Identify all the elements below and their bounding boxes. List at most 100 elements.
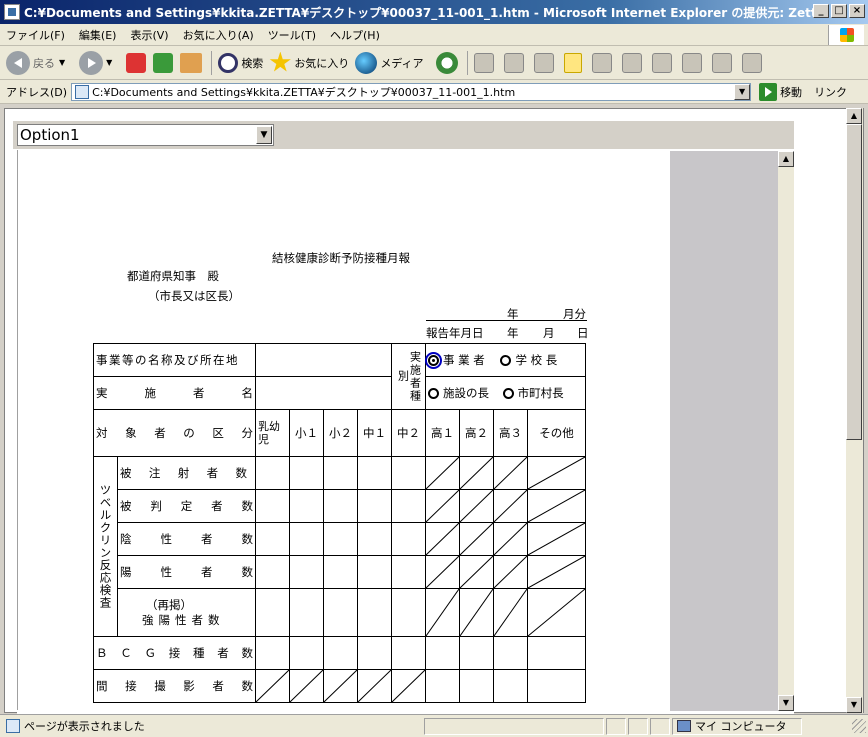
pen-icon[interactable] (741, 52, 762, 73)
cell[interactable] (323, 456, 358, 490)
research-icon[interactable] (621, 52, 642, 73)
cell[interactable] (425, 669, 460, 703)
cell[interactable] (289, 456, 324, 490)
cell[interactable] (493, 669, 528, 703)
stop-icon[interactable] (126, 52, 147, 73)
cell[interactable] (391, 636, 426, 670)
cell[interactable] (391, 456, 426, 490)
edit-icon[interactable] (533, 52, 554, 73)
cell[interactable] (323, 555, 358, 589)
mail-icon[interactable] (473, 52, 494, 73)
home-icon[interactable] (180, 52, 203, 73)
close-button[interactable]: × (849, 4, 865, 18)
maximize-button[interactable]: □ (831, 4, 847, 18)
radio-facility-head[interactable] (428, 388, 439, 399)
calculator-icon[interactable] (681, 52, 702, 73)
media-button[interactable]: メディア (355, 51, 424, 74)
menu-edit[interactable]: 編集(E) (79, 27, 117, 43)
messenger-icon[interactable] (591, 52, 612, 73)
back-dropdown-icon[interactable]: ▼ (59, 58, 65, 67)
radio-mayor[interactable] (502, 388, 514, 399)
cell[interactable] (289, 636, 324, 670)
forward-dropdown-icon[interactable]: ▼ (106, 58, 112, 67)
diagonal-line (426, 457, 459, 489)
links-button[interactable]: リンク (814, 84, 847, 100)
ie-icon (4, 4, 20, 20)
go-button[interactable]: 移動 (759, 82, 802, 101)
option-select[interactable]: Option1 ▼ (17, 124, 274, 146)
cell[interactable] (357, 522, 392, 556)
menu-view[interactable]: 表示(V) (130, 27, 168, 43)
menu-tools[interactable]: ツール(T) (268, 27, 316, 43)
radio-principal[interactable] (500, 355, 512, 366)
diagonal-line (392, 670, 425, 702)
forward-button[interactable]: ▼ (79, 50, 120, 75)
cell[interactable] (493, 636, 528, 670)
cell[interactable] (323, 522, 358, 556)
disabled-cell (425, 522, 460, 556)
select-dropdown-icon[interactable]: ▼ (256, 126, 272, 144)
cell[interactable] (391, 588, 426, 637)
cell[interactable] (323, 636, 358, 670)
refresh-icon[interactable] (153, 52, 174, 73)
resize-grip-icon[interactable] (852, 719, 866, 733)
print-icon[interactable] (503, 52, 524, 73)
cell[interactable] (391, 555, 426, 589)
diagonal-line (426, 556, 459, 588)
cell[interactable] (289, 588, 324, 637)
outer-scroll-down-icon[interactable]: ▼ (846, 697, 862, 713)
disabled-cell (527, 489, 586, 523)
favorites-button[interactable]: お気に入り (269, 51, 349, 74)
speaker-icon[interactable] (651, 52, 672, 73)
input-name-location[interactable] (255, 343, 392, 377)
outer-scroll-up-icon[interactable]: ▲ (846, 108, 862, 124)
menu-file[interactable]: ファイル(F) (6, 27, 65, 43)
radio-business-operator[interactable] (425, 352, 442, 369)
input-implementer[interactable] (255, 376, 392, 410)
cell[interactable] (255, 588, 290, 637)
cell[interactable] (255, 555, 290, 589)
cell[interactable] (357, 555, 392, 589)
menu-favorites[interactable]: お気に入り(A) (183, 27, 254, 43)
cell[interactable] (289, 555, 324, 589)
cell[interactable] (459, 636, 494, 670)
status-cell (628, 717, 648, 735)
cell[interactable] (425, 636, 460, 670)
cell[interactable] (357, 588, 392, 637)
outer-scroll-thumb[interactable] (846, 124, 862, 440)
tools-icon[interactable] (711, 52, 732, 73)
address-input[interactable]: C:¥Documents and Settings¥kkita.ZETTA¥デス… (71, 82, 752, 101)
search-label: 検索 (241, 56, 264, 70)
inner-scroll-down-icon[interactable]: ▼ (778, 695, 794, 711)
cell[interactable] (255, 522, 290, 556)
back-button[interactable]: 戻る ▼ (6, 50, 73, 75)
menu-help[interactable]: ヘルプ(H) (330, 27, 380, 43)
cell[interactable] (255, 456, 290, 490)
cell[interactable] (357, 456, 392, 490)
disabled-cell (493, 522, 528, 556)
disabled-cell (493, 555, 528, 589)
outer-scrollbar[interactable]: ▲ ▼ (846, 108, 863, 713)
cell[interactable] (527, 636, 586, 670)
cell[interactable] (391, 522, 426, 556)
minimize-button[interactable]: _ (813, 4, 829, 18)
diagonal-line (460, 457, 493, 489)
cell[interactable] (323, 489, 358, 523)
address-dropdown-icon[interactable]: ▼ (734, 83, 751, 100)
cell[interactable] (459, 669, 494, 703)
cell[interactable] (323, 588, 358, 637)
cell[interactable] (255, 489, 290, 523)
inner-scrollbar[interactable]: ▲ ▼ (778, 151, 794, 711)
cell[interactable] (391, 489, 426, 523)
cell[interactable] (357, 489, 392, 523)
discuss-icon[interactable] (563, 52, 582, 73)
cell[interactable] (289, 522, 324, 556)
cell[interactable] (357, 636, 392, 670)
inner-scroll-up-icon[interactable]: ▲ (778, 151, 794, 167)
history-icon[interactable] (435, 51, 458, 74)
cell[interactable] (527, 669, 586, 703)
cell[interactable] (255, 636, 290, 670)
search-button[interactable]: 検索 (218, 52, 264, 73)
cell[interactable] (289, 489, 324, 523)
disabled-cell (459, 555, 494, 589)
